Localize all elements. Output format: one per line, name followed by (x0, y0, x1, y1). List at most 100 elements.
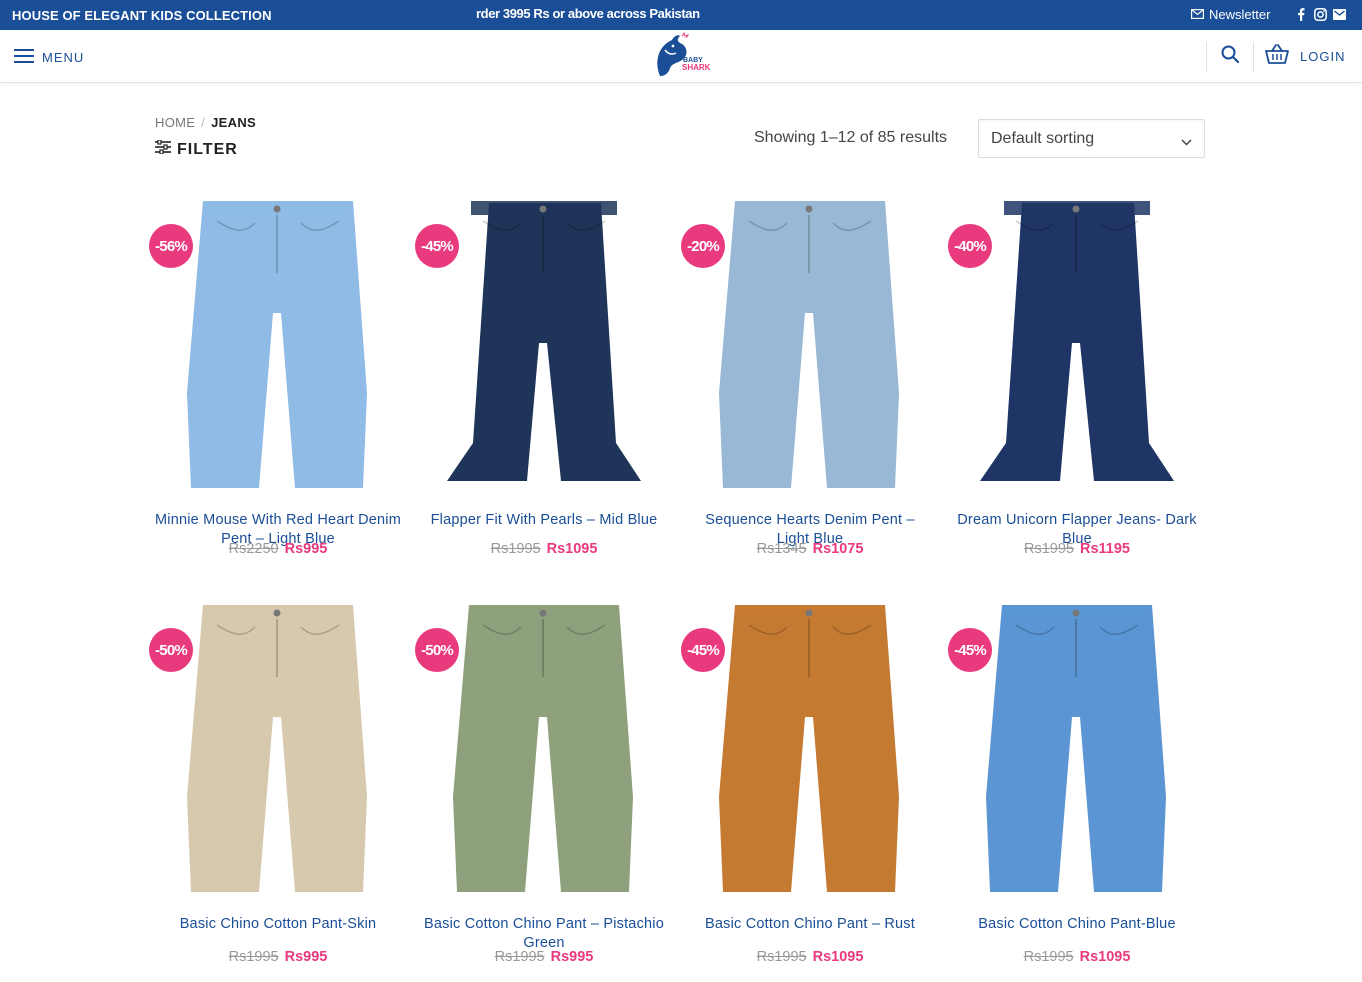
original-amount: 1995 (246, 949, 279, 965)
newsletter-link[interactable]: Newsletter (1191, 7, 1270, 22)
sale-amount: 1095 (565, 541, 598, 557)
product-title[interactable]: Basic Chino Cotton Pant-Skin (155, 915, 401, 934)
discount-badge: -45% (681, 628, 725, 672)
sale-price: Rs995 (551, 949, 594, 965)
product-price: Rs1995 Rs1095 (677, 949, 943, 965)
currency: Rs (756, 949, 775, 965)
promo-marquee: rder 3995 Rs or above across Pakistan (476, 6, 700, 21)
product-title[interactable]: Basic Cotton Chino Pant – Rust (687, 915, 933, 934)
currency: Rs (284, 949, 304, 965)
discount-badge: -56% (149, 224, 193, 268)
original-amount: 2250 (246, 541, 279, 557)
breadcrumb-home[interactable]: HOME (155, 115, 195, 130)
sale-amount: 1095 (831, 949, 864, 965)
original-price: Rs1995 (491, 541, 541, 557)
currency: Rs (284, 541, 304, 557)
product-card[interactable]: -50% Basic Chino Cotton Pant-Skin Rs1995 Rs… (145, 597, 411, 977)
sale-amount: 1075 (831, 541, 864, 557)
top-bar: HOUSE OF ELEGANT KIDS COLLECTION rder 39… (0, 0, 1362, 30)
chevron-down-icon (1181, 133, 1192, 151)
product-price: Rs2250 Rs995 (145, 541, 411, 557)
original-price: Rs1345 (757, 541, 807, 557)
discount-badge: -20% (681, 224, 725, 268)
sale-price: Rs1195 (1080, 541, 1130, 557)
instagram-icon[interactable] (1313, 7, 1327, 21)
product-title[interactable]: Basic Cotton Chino Pant-Blue (954, 915, 1200, 934)
product-title[interactable]: Basic Cotton Chino Pant – Pistachio Gree… (421, 915, 667, 953)
currency: Rs (1079, 541, 1099, 557)
breadcrumb-separator: / (201, 115, 206, 130)
original-amount: 1995 (774, 949, 807, 965)
product-price: Rs1995 Rs1195 (944, 541, 1210, 557)
discount-badge: -50% (149, 628, 193, 672)
original-amount: 1995 (1041, 541, 1074, 557)
sale-amount: 995 (303, 541, 328, 557)
sale-amount: 1195 (1098, 541, 1130, 557)
currency: Rs (494, 949, 513, 965)
currency: Rs (1023, 541, 1042, 557)
filter-button[interactable]: FILTER (155, 139, 238, 159)
envelope-icon (1191, 7, 1205, 22)
sale-price: Rs1095 (1080, 949, 1131, 965)
results-count: Showing 1–12 of 85 results (754, 129, 948, 146)
original-price: Rs1995 (1024, 541, 1074, 557)
sale-price: Rs995 (285, 541, 328, 557)
original-amount: 1995 (1041, 949, 1074, 965)
original-price: Rs1995 (1024, 949, 1074, 965)
sliders-icon (155, 139, 171, 159)
email-icon[interactable] (1332, 7, 1346, 21)
discount-badge: -50% (415, 628, 459, 672)
original-price: Rs1995 (757, 949, 807, 965)
currency: Rs (550, 949, 570, 965)
product-price: Rs1995 Rs995 (411, 949, 677, 965)
currency: Rs (812, 949, 832, 965)
basket-icon (1265, 44, 1289, 69)
newsletter-label: Newsletter (1209, 7, 1271, 22)
currency: Rs (812, 541, 832, 557)
breadcrumb: HOME / JEANS (155, 115, 256, 130)
original-amount: 1995 (512, 949, 545, 965)
login-link[interactable]: LOGIN (1300, 49, 1345, 64)
sale-amount: 995 (569, 949, 594, 965)
currency: Rs (490, 541, 509, 557)
breadcrumb-current: JEANS (211, 115, 256, 130)
sale-price: Rs1095 (547, 541, 598, 557)
currency: Rs (228, 541, 247, 557)
original-price: Rs1995 (495, 949, 545, 965)
original-price: Rs2250 (229, 541, 279, 557)
product-card[interactable]: -40% Dream Unicorn Flapper Jeans- Dark Bl… (944, 193, 1210, 573)
sale-price: Rs1095 (813, 949, 864, 965)
search-button[interactable] (1207, 45, 1253, 68)
product-price: Rs1995 Rs1095 (944, 949, 1210, 965)
product-card[interactable]: -45% Basic Cotton Chino Pant – Rust Rs1995… (677, 597, 943, 977)
currency: Rs (228, 949, 247, 965)
cart-button[interactable] (1254, 44, 1300, 69)
search-icon (1221, 45, 1240, 68)
product-card[interactable]: -56% Minnie Mouse With Red Heart Denim Pe… (145, 193, 411, 573)
sort-selected-value: Default sorting (991, 130, 1095, 147)
discount-badge: -45% (415, 224, 459, 268)
sort-select[interactable]: Default sorting (978, 119, 1205, 158)
sale-price: Rs1075 (813, 541, 864, 557)
product-card[interactable]: -45% Flapper Fit With Pearls – Mid Blue Rs… (411, 193, 677, 573)
product-title[interactable]: Flapper Fit With Pearls – Mid Blue (421, 511, 667, 530)
store-tagline: HOUSE OF ELEGANT KIDS COLLECTION (12, 8, 272, 23)
menu-label: MENU (42, 50, 85, 65)
original-amount: 1345 (774, 541, 807, 557)
discount-badge: -45% (948, 628, 992, 672)
site-header: MENU BABY SHARK LOGIN (0, 30, 1362, 83)
product-card[interactable]: -50% Basic Cotton Chino Pant – Pistachio … (411, 597, 677, 977)
discount-badge: -40% (948, 224, 992, 268)
currency: Rs (756, 541, 775, 557)
product-price: Rs1995 Rs1095 (411, 541, 677, 557)
sale-amount: 995 (303, 949, 328, 965)
currency: Rs (1023, 949, 1042, 965)
original-price: Rs1995 (229, 949, 279, 965)
currency: Rs (1079, 949, 1099, 965)
currency: Rs (546, 541, 566, 557)
menu-button[interactable]: MENU (14, 49, 84, 66)
product-card[interactable]: -45% Basic Cotton Chino Pant-Blue Rs1995 Rs… (944, 597, 1210, 977)
site-logo[interactable]: BABY SHARK (652, 31, 712, 82)
facebook-icon[interactable] (1294, 7, 1308, 21)
product-card[interactable]: -20% Sequence Hearts Denim Pent – Light B… (677, 193, 943, 573)
